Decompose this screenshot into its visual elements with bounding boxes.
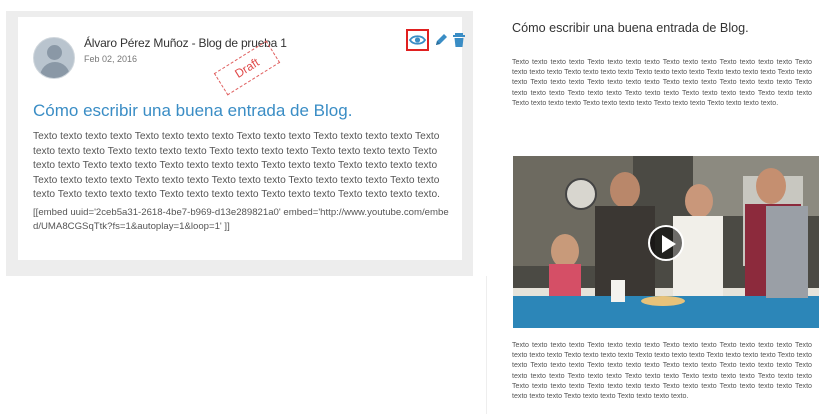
eye-icon bbox=[409, 35, 426, 45]
delete-post-button[interactable] bbox=[452, 32, 470, 50]
preview-title: Cómo escribir una buena entrada de Blog. bbox=[512, 21, 749, 35]
post-title[interactable]: Cómo escribir una buena entrada de Blog. bbox=[33, 101, 352, 121]
author-avatar bbox=[33, 37, 75, 79]
preview-text-top: Texto texto texto texto Texto texto text… bbox=[512, 58, 812, 107]
editor-empty-area bbox=[0, 276, 487, 414]
post-card: Álvaro Pérez Muñoz - Blog de prueba 1 Fe… bbox=[18, 17, 465, 260]
preview-text-bottom: Texto texto texto texto Texto texto text… bbox=[512, 341, 812, 401]
pencil-icon bbox=[436, 34, 447, 45]
post-body: Texto texto texto texto Texto texto text… bbox=[33, 131, 440, 200]
editor-panel: Álvaro Pérez Muñoz - Blog de prueba 1 Fe… bbox=[6, 11, 473, 276]
play-button[interactable] bbox=[648, 225, 684, 261]
play-icon bbox=[662, 235, 676, 253]
post-date: Feb 02, 2016 bbox=[84, 54, 138, 64]
embedded-video[interactable] bbox=[513, 156, 819, 328]
embed-shortcode: [[embed uuid='2ceb5a31-2618-4be7-b969-d1… bbox=[33, 207, 449, 232]
edit-post-button[interactable] bbox=[433, 32, 451, 50]
view-post-button[interactable] bbox=[406, 29, 429, 51]
trash-icon bbox=[453, 33, 465, 47]
post-preview: Cómo escribir una buena entrada de Blog.… bbox=[487, 0, 819, 414]
